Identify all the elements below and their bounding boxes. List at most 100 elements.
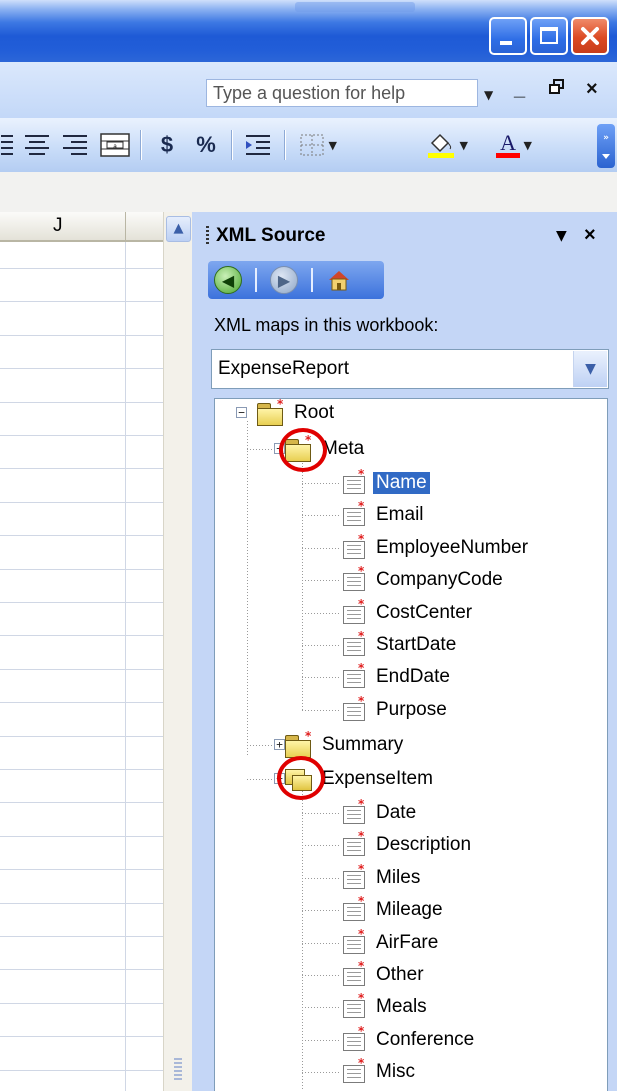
element-icon: *	[341, 661, 367, 688]
tree-node-conference[interactable]: * Conference	[341, 1024, 477, 1054]
scroll-up-icon[interactable]: ▲	[166, 216, 191, 242]
tree-node-companycode[interactable]: * CompanyCode	[341, 564, 506, 594]
tree-node-mileage[interactable]: * Mileage	[341, 894, 446, 924]
toolbar-options-chevron[interactable]: »	[597, 124, 615, 168]
fill-color-dropdown-icon[interactable]: ▼	[456, 139, 468, 152]
tree-connector	[302, 878, 340, 879]
highlight-circle-expense-item	[277, 756, 325, 800]
currency-button[interactable]: $	[155, 128, 179, 162]
tree-node-employeenumber[interactable]: * EmployeeNumber	[341, 532, 531, 562]
tree-connector	[247, 421, 248, 756]
element-icon: *	[341, 1024, 367, 1051]
merge-center-button[interactable]: a	[98, 128, 132, 162]
doc-close-button[interactable]: ×	[586, 78, 598, 101]
pane-drag-handle[interactable]	[206, 226, 209, 246]
grid-row-line	[0, 936, 163, 937]
tree-node-purpose[interactable]: * Purpose	[341, 694, 450, 724]
element-icon: *	[341, 564, 367, 591]
font-color-button[interactable]: A ▼	[484, 128, 544, 162]
grid-row-line	[0, 368, 163, 369]
column-divider[interactable]	[125, 212, 126, 242]
highlight-circle-meta	[279, 428, 327, 472]
tree-node-root[interactable]: * Root	[257, 399, 337, 427]
grid-row-line	[0, 1003, 163, 1004]
tree-connector	[302, 975, 340, 976]
grid-row-line	[0, 468, 163, 469]
tree-connector	[302, 710, 340, 711]
tree-node-miles[interactable]: * Miles	[341, 862, 423, 892]
grid-row-line	[0, 1036, 163, 1037]
tree-node-misc[interactable]: * Misc	[341, 1056, 418, 1086]
tree-node-label: EmployeeNumber	[376, 537, 529, 558]
grid-row-line	[0, 602, 163, 603]
help-search-input[interactable]: Type a question for help	[206, 79, 478, 107]
tree-node-summary[interactable]: * Summary	[285, 729, 406, 759]
vertical-scrollbar[interactable]: ▲	[163, 212, 192, 1091]
nav-separator	[255, 268, 257, 292]
fill-color-bucket-icon	[428, 133, 455, 158]
grid-row-line	[0, 301, 163, 302]
title-text-fragment	[295, 2, 415, 12]
tree-connector	[302, 785, 303, 1091]
close-icon	[581, 27, 599, 45]
font-color-dropdown-icon[interactable]: ▼	[520, 139, 532, 152]
grid-row-line	[0, 836, 163, 837]
pane-close-icon[interactable]: ×	[584, 224, 596, 247]
pane-menu-dropdown-icon[interactable]: ▼	[556, 228, 567, 244]
column-header-j[interactable]: J	[53, 215, 63, 237]
worksheet-grid[interactable]	[0, 242, 163, 1091]
tree-node-name[interactable]: * Name	[341, 467, 430, 497]
tree-node-email[interactable]: * Email	[341, 499, 427, 529]
tree-node-costcenter[interactable]: * CostCenter	[341, 597, 475, 627]
tree-node-startdate[interactable]: * StartDate	[341, 629, 459, 659]
chevron-down-icon[interactable]: ▼	[573, 351, 607, 387]
tree-connector	[302, 457, 303, 711]
forward-icon[interactable]: ▶	[270, 266, 298, 294]
grid-row-line	[0, 268, 163, 269]
tree-node-meals[interactable]: * Meals	[341, 991, 430, 1021]
minimize-button[interactable]	[489, 17, 527, 55]
tree-node-label: Email	[376, 504, 424, 525]
tree-node-label: Misc	[376, 1061, 416, 1082]
element-icon: *	[341, 991, 367, 1018]
grid-row-line	[0, 903, 163, 904]
doc-restore-button[interactable]	[549, 78, 565, 102]
increase-indent-button[interactable]	[242, 128, 274, 162]
help-dropdown-arrow-icon[interactable]: ▼	[484, 88, 493, 102]
tree-node-label: Name	[373, 472, 430, 494]
tree-node-airfare[interactable]: * AirFare	[341, 927, 441, 957]
tree-node-other[interactable]: * Other	[341, 959, 427, 989]
borders-button[interactable]: ▼	[293, 128, 343, 162]
expand-summary-icon[interactable]: +	[274, 739, 285, 750]
element-icon: *	[341, 499, 367, 526]
element-icon: *	[341, 959, 367, 986]
align-right-button[interactable]	[60, 128, 90, 162]
borders-dropdown-icon[interactable]: ▼	[325, 139, 337, 152]
align-center-button[interactable]	[22, 128, 52, 162]
element-icon: *	[341, 829, 367, 856]
tree-node-description[interactable]: * Description	[341, 829, 474, 859]
doc-minimize-button[interactable]: _	[514, 78, 525, 101]
tree-node-enddate[interactable]: * EndDate	[341, 661, 453, 691]
collapse-root-icon[interactable]: −	[236, 407, 247, 418]
tree-node-date[interactable]: * Date	[341, 797, 419, 827]
fill-color-button[interactable]: ▼	[421, 128, 473, 162]
align-left-button[interactable]	[0, 128, 14, 162]
nav-separator	[311, 268, 313, 292]
home-icon[interactable]	[326, 267, 352, 293]
back-icon[interactable]: ◀	[214, 266, 242, 294]
tree-node-label: Summary	[322, 734, 404, 755]
xml-tree-view[interactable]: − * Root − * Meta * Name * Email * EmployeeNu…	[214, 398, 608, 1091]
element-icon: *	[341, 1056, 367, 1083]
element-icon: *	[341, 467, 367, 494]
maximize-button[interactable]	[530, 17, 568, 55]
xml-map-select[interactable]: ExpenseReport ▼	[211, 349, 609, 389]
tree-node-label: Mileage	[376, 899, 443, 920]
close-button[interactable]	[571, 17, 609, 55]
xml-maps-label: XML maps in this workbook:	[214, 315, 439, 335]
tree-connector	[302, 813, 340, 814]
tree-connector	[302, 515, 340, 516]
tree-connector	[302, 1007, 340, 1008]
scroll-grip[interactable]	[174, 1058, 182, 1080]
percent-button[interactable]: %	[191, 128, 221, 162]
